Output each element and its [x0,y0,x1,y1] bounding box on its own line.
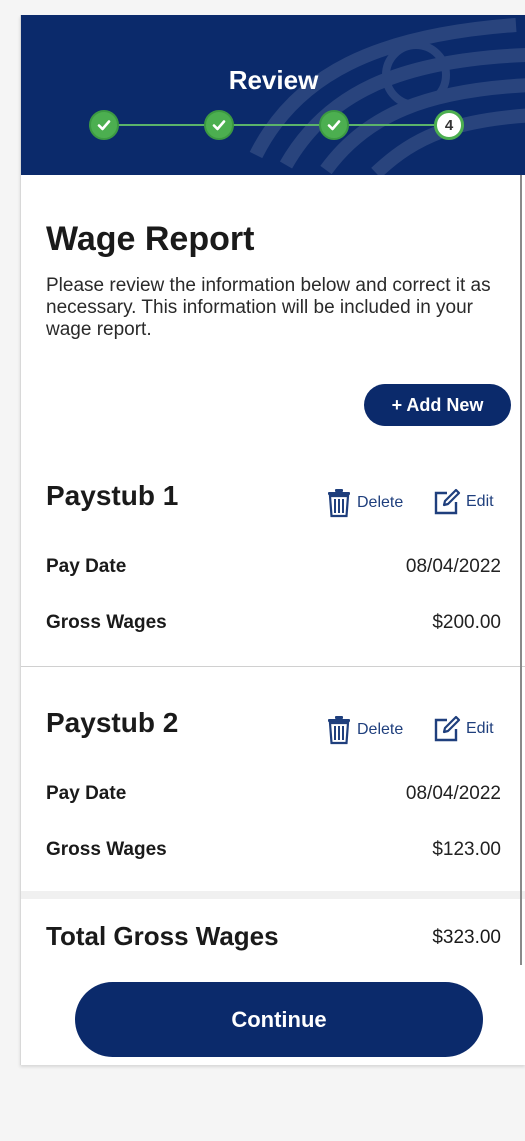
edit-icon [434,715,461,742]
pay-date-label: Pay Date [46,556,127,577]
checkmark-icon [327,120,341,131]
total-divider [21,891,525,899]
paystub-title: Paystub 1 [46,480,179,511]
delete-label: Delete [357,721,404,738]
delete-button[interactable]: Delete [326,488,403,518]
intro-text: Please review the information below and … [46,275,491,340]
gross-wages-value: $200.00 [432,612,501,633]
step-4-current: 4 [434,110,464,140]
paystub-title: Paystub 2 [46,707,179,738]
checkmark-icon [97,120,111,131]
checkmark-icon [212,120,226,131]
progress-stepper: 4 [21,110,525,140]
add-new-button[interactable]: + Add New [364,384,511,426]
pay-date-value: 08/04/2022 [405,556,501,577]
pay-date-value: 08/04/2022 [405,783,501,804]
trash-icon [328,716,350,745]
delete-button[interactable]: Delete [326,715,403,745]
step-3-complete [319,110,349,140]
trash-icon [328,489,350,518]
paystub-card: Paystub 2 Delete Edit Pay Date 08/04/202… [21,707,525,897]
gross-wages-value: $123.00 [432,839,501,860]
paystub-card: Paystub 1 Delete Edit Pay Date 08/04/202… [21,480,525,670]
section-divider [21,666,525,667]
total-gross-wages-label: Total Gross Wages [46,921,279,951]
review-header: Review 4 [21,15,525,175]
step-1-complete [89,110,119,140]
edit-label: Edit [466,720,494,737]
pay-date-label: Pay Date [46,783,127,804]
step-2-complete [204,110,234,140]
continue-button[interactable]: Continue [75,982,483,1057]
wage-report-card: Review 4 Wage Report Please review the i… [20,15,525,1065]
gross-wages-label: Gross Wages [46,839,167,860]
edit-label: Edit [466,493,494,510]
edit-button[interactable]: Edit [433,488,494,516]
edit-icon [434,488,461,515]
gross-wages-label: Gross Wages [46,612,167,633]
page-title: Wage Report [46,220,255,258]
scrollbar[interactable] [520,175,522,965]
delete-label: Delete [357,494,404,511]
total-gross-wages-value: $323.00 [432,927,501,948]
header-title: Review [228,65,319,95]
step-connector [116,124,456,126]
edit-button[interactable]: Edit [433,715,494,743]
